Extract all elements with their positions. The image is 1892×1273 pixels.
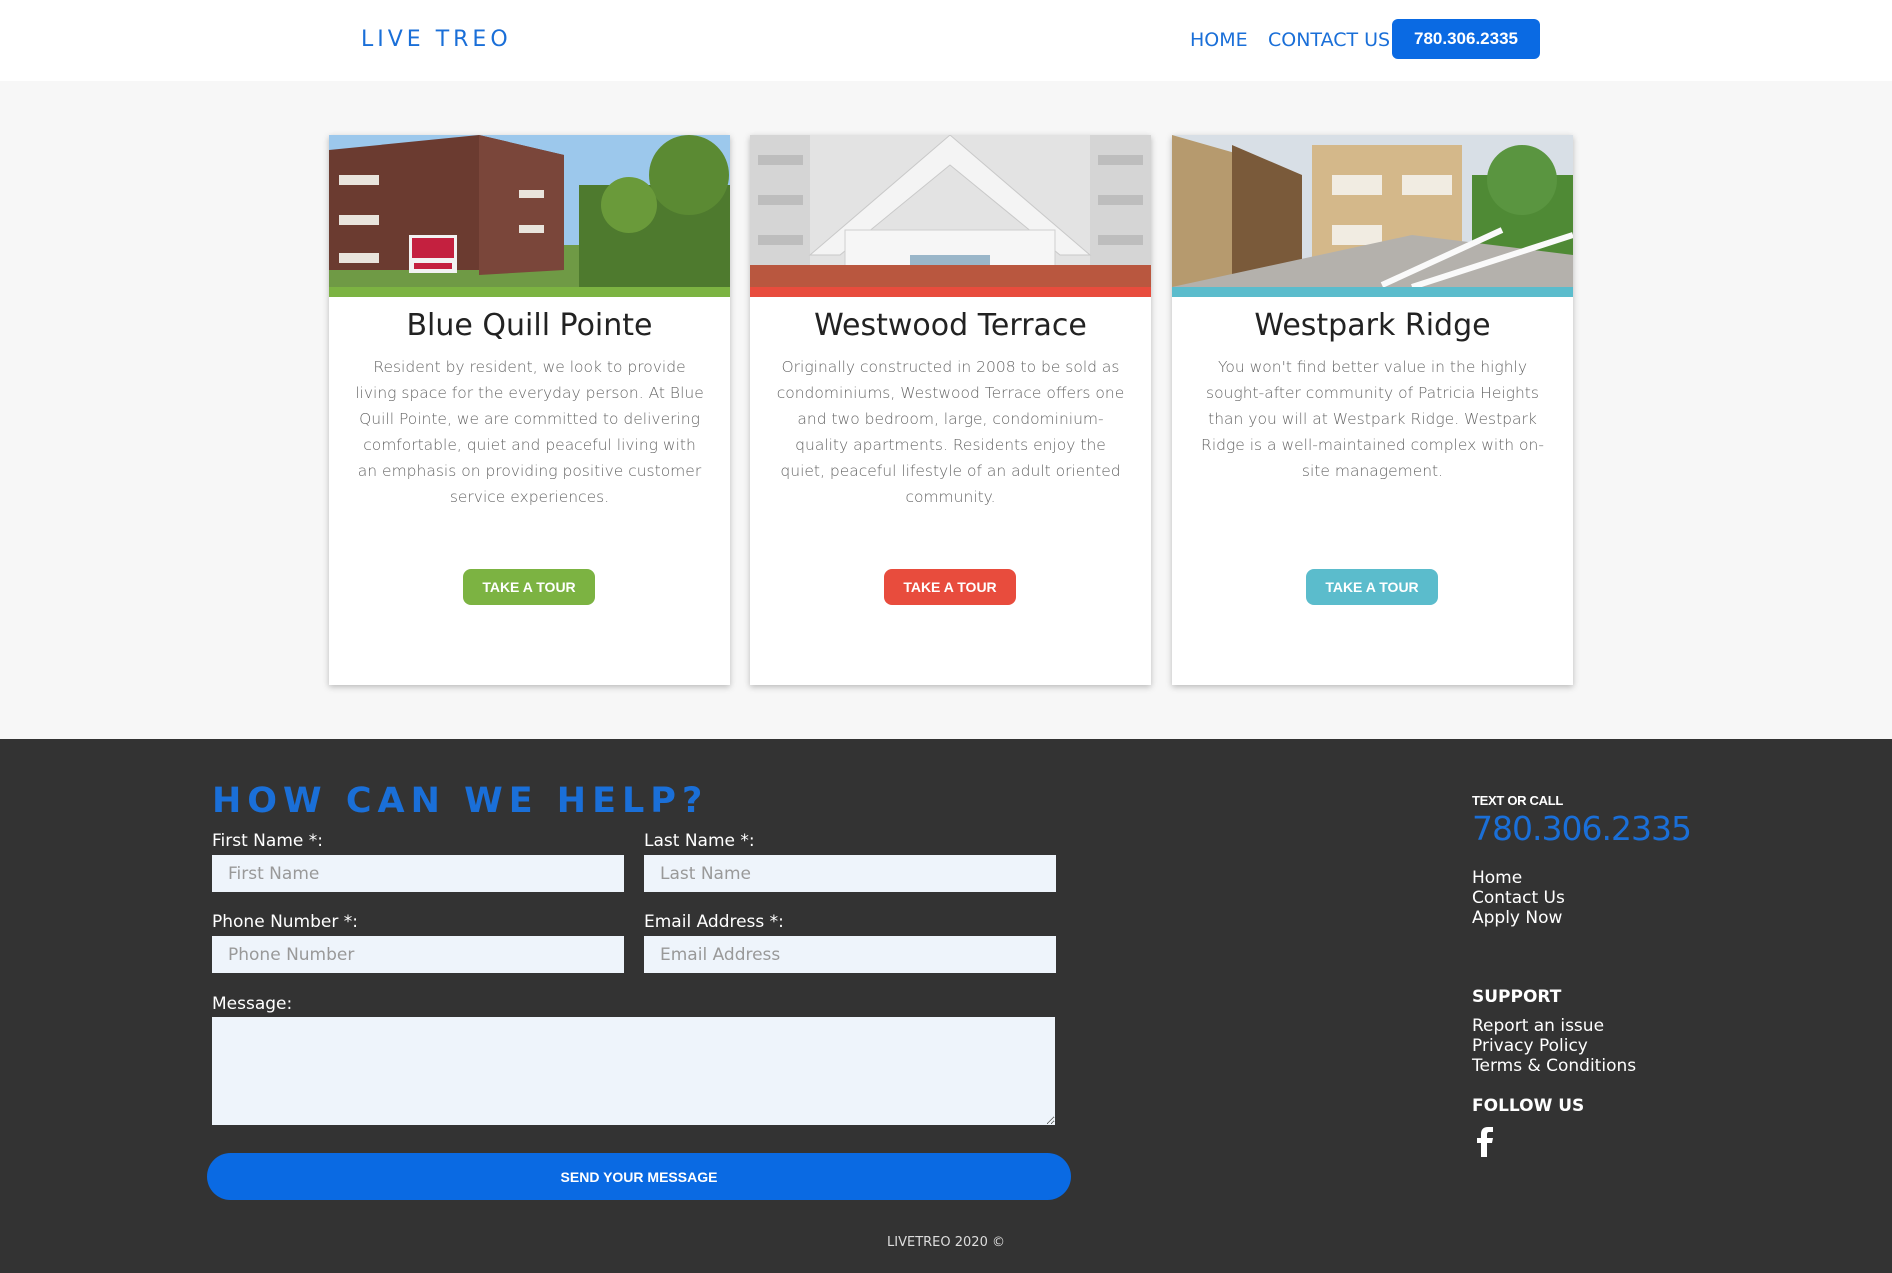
site-footer: HOW CAN WE HELP? First Name *: Last Name…	[0, 739, 1892, 1273]
property-photo-westpark	[1172, 135, 1573, 287]
site-header: LIVE TREO HOME CONTACT US 780.306.2335	[0, 0, 1892, 81]
header-phone-button[interactable]: 780.306.2335	[1392, 19, 1540, 59]
phone-number-label: Phone Number *:	[212, 912, 358, 932]
nav-contact-link[interactable]: CONTACT US	[1268, 29, 1390, 51]
contact-form-title: HOW CAN WE HELP?	[212, 781, 709, 821]
message-label: Message:	[212, 994, 293, 1014]
card-title: Blue Quill Pointe	[406, 308, 653, 343]
site-logo[interactable]: LIVE TREO	[361, 27, 512, 52]
card-description: Resident by resident, we look to provide…	[355, 358, 704, 506]
facebook-icon[interactable]	[1474, 1127, 1498, 1157]
email-address-label: Email Address *:	[644, 912, 784, 932]
copyright-text: LIVETREO 2020 ©	[887, 1235, 1005, 1250]
take-a-tour-button[interactable]: TAKE A TOUR	[1306, 569, 1438, 605]
take-a-tour-button[interactable]: TAKE A TOUR	[463, 569, 595, 605]
message-textarea[interactable]	[212, 1017, 1055, 1125]
footer-link-terms[interactable]: Terms & Conditions	[1472, 1056, 1636, 1076]
property-photo-blue-quill	[329, 135, 730, 287]
card-title: Westpark Ridge	[1254, 308, 1491, 343]
last-name-input[interactable]	[644, 855, 1056, 892]
card-accent-stripe	[1172, 287, 1573, 297]
footer-link-report-issue[interactable]: Report an issue	[1472, 1016, 1604, 1036]
property-photo-westwood	[750, 135, 1151, 287]
take-a-tour-button[interactable]: TAKE A TOUR	[884, 569, 1016, 605]
phone-number-input[interactable]	[212, 936, 624, 973]
last-name-label: Last Name *:	[644, 831, 755, 851]
follow-us-heading: FOLLOW US	[1472, 1096, 1585, 1116]
card-description: You won't find better value in the highl…	[1201, 358, 1544, 480]
card-accent-stripe	[329, 287, 730, 297]
footer-phone-number[interactable]: 780.306.2335	[1472, 809, 1692, 848]
send-message-button[interactable]: SEND YOUR MESSAGE	[207, 1153, 1071, 1200]
first-name-label: First Name *:	[212, 831, 323, 851]
footer-link-privacy-policy[interactable]: Privacy Policy	[1472, 1036, 1588, 1056]
first-name-input[interactable]	[212, 855, 624, 892]
footer-link-apply-now[interactable]: Apply Now	[1472, 908, 1562, 928]
nav-home-link[interactable]: HOME	[1190, 29, 1248, 51]
card-accent-stripe	[750, 287, 1151, 297]
footer-link-home[interactable]: Home	[1472, 868, 1522, 888]
property-card-blue-quill: Blue Quill Pointe Resident by resident, …	[329, 135, 730, 685]
card-description: Originally constructed in 2008 to be sol…	[776, 358, 1125, 506]
footer-link-contact-us[interactable]: Contact Us	[1472, 888, 1565, 908]
support-heading: SUPPORT	[1472, 987, 1562, 1007]
property-card-westpark: Westpark Ridge You won't find better val…	[1172, 135, 1573, 685]
text-or-call-label: TEXT OR CALL	[1472, 793, 1564, 808]
card-title: Westwood Terrace	[814, 308, 1087, 343]
email-address-input[interactable]	[644, 936, 1056, 973]
property-card-westwood: Westwood Terrace Originally constructed …	[750, 135, 1151, 685]
